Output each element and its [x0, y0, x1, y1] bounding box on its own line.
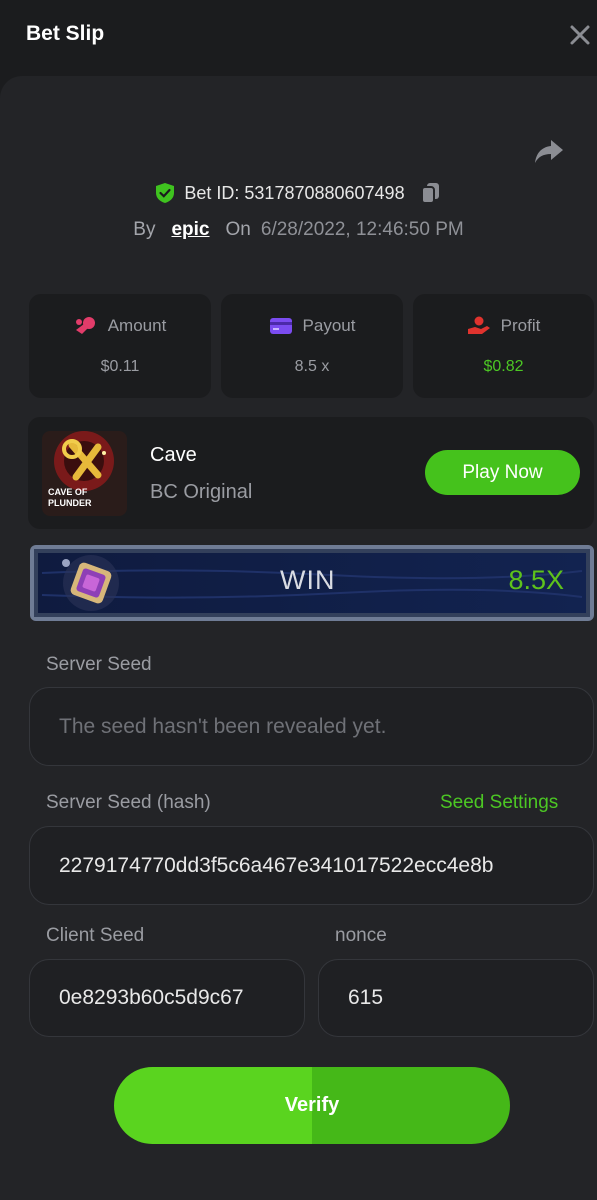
stat-profit: Profit $0.82 — [413, 294, 594, 398]
thumb-title-line1: CAVE OF — [48, 487, 88, 497]
client-seed-label: Client Seed — [46, 925, 145, 946]
game-name: Cave — [150, 444, 197, 466]
gem-icon — [62, 555, 119, 611]
wallet-icon — [269, 318, 292, 334]
game-thumbnail[interactable]: CAVE OF PLUNDER — [42, 431, 127, 516]
stat-label: Amount — [107, 316, 167, 335]
bet-id: Bet ID: 5317870880607498 — [184, 182, 405, 203]
cave-of-plunder-logo: CAVE OF PLUNDER — [42, 431, 127, 516]
stat-label: Profit — [500, 316, 541, 335]
profit-hand-icon — [467, 316, 490, 334]
stat-amount: Amount $0.11 — [29, 294, 211, 398]
bet-id-row: Bet ID: 5317870880607498 — [0, 180, 597, 206]
stat-value: 8.5 x — [294, 358, 330, 375]
server-seed-hash-label: Server Seed (hash) — [46, 792, 211, 813]
result-text: WIN — [280, 565, 336, 595]
by-label: By — [133, 219, 156, 240]
game-provider: BC Original — [150, 481, 253, 503]
stat-value: $0.82 — [483, 358, 524, 375]
page-title: Bet Slip — [26, 22, 105, 45]
play-now-button[interactable]: Play Now — [425, 450, 580, 495]
game-card: CAVE OF PLUNDER Cave BC Original Play No… — [28, 417, 594, 529]
on-label: On — [225, 219, 251, 240]
coins-icon — [75, 317, 95, 334]
seed-settings-link[interactable]: Seed Settings — [440, 792, 558, 814]
bet-datetime: 6/28/2022, 12:46:50 PM — [260, 219, 464, 240]
stat-label: Payout — [302, 316, 356, 335]
server-seed-label: Server Seed — [46, 654, 152, 675]
nonce-field[interactable]: 615 — [318, 959, 594, 1037]
result-multiplier: 8.5X — [508, 565, 564, 595]
username-link[interactable]: epic — [171, 219, 209, 241]
close-icon[interactable] — [565, 20, 595, 50]
share-icon[interactable] — [532, 134, 566, 168]
thumb-title-line2: PLUNDER — [48, 498, 92, 508]
result-banner: WIN 8.5X — [30, 545, 594, 621]
stat-payout: Payout 8.5 x — [221, 294, 403, 398]
server-seed-field[interactable]: The seed hasn't been revealed yet. — [29, 687, 594, 766]
header: Bet Slip — [0, 0, 597, 76]
verify-button[interactable]: Verify — [114, 1067, 510, 1144]
client-seed-field[interactable]: 0e8293b60c5d9c67 — [29, 959, 305, 1037]
nonce-label: nonce — [335, 925, 387, 946]
server-seed-hash-field[interactable]: 2279174770dd3f5c6a467e341017522ecc4e8b — [29, 826, 594, 905]
stat-value: $0.11 — [100, 358, 140, 375]
bet-meta-row: By epic On 6/28/2022, 12:46:50 PM — [0, 216, 597, 244]
shield-check-icon — [156, 183, 175, 203]
copy-icon[interactable] — [419, 181, 443, 205]
